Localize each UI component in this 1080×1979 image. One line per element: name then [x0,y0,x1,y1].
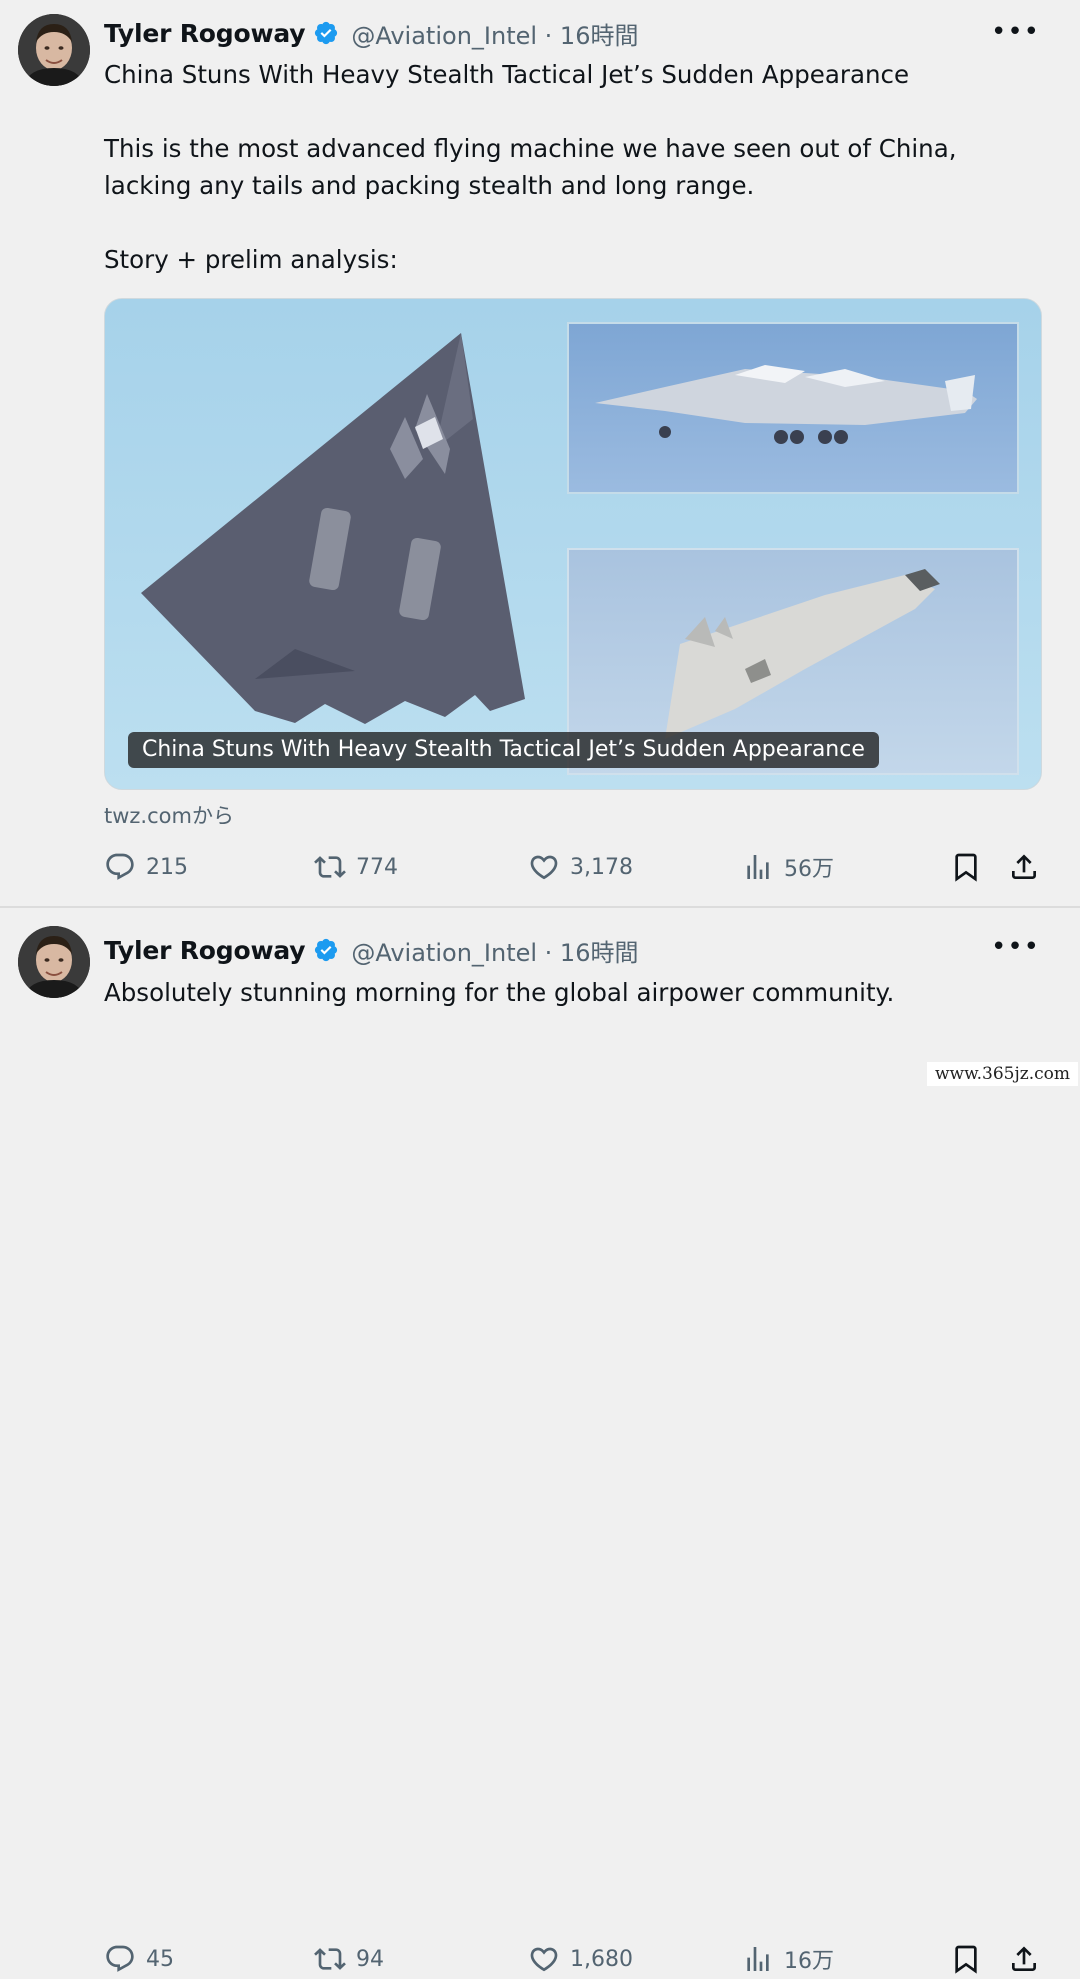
views-button[interactable]: 56万 [742,847,834,887]
author-name[interactable]: Tyler Rogoway [104,936,306,965]
tweet-text-line: Absolutely stunning morning for the glob… [104,978,895,1007]
handle-and-time[interactable]: @Aviation_Intel · 16時間 [351,933,638,968]
tweet-actions: 45 94 1,680 16万 [0,1939,1080,1979]
tweet-header: Tyler Rogoway @Aviation_Intel · 16時間 [104,13,638,53]
reply-count: 45 [146,1946,174,1972]
repost-icon [314,856,346,878]
repost-count: 774 [356,854,398,880]
verified-badge-icon [313,937,339,963]
like-icon [530,855,558,880]
author-name[interactable]: Tyler Rogoway [104,19,306,48]
tweet-header: Tyler Rogoway @Aviation_Intel · 16時間 [104,930,638,970]
share-icon [1012,1946,1036,1971]
watermark: www.365jz.com [927,1062,1078,1086]
bookmark-icon [955,853,977,882]
card-image [105,299,1041,789]
tweet[interactable]: Tyler Rogoway @Aviation_Intel · 16時間 •••… [0,0,1080,906]
share-icon [1012,854,1036,879]
divider [0,906,1080,908]
link-card[interactable]: China Stuns With Heavy Stealth Tactical … [104,298,1042,790]
bookmark-button[interactable] [950,1939,982,1979]
avatar[interactable] [18,14,90,86]
bookmark-button[interactable] [950,847,982,887]
views-icon [747,1947,769,1971]
handle-and-time[interactable]: @Aviation_Intel · 16時間 [351,16,638,51]
like-button[interactable]: 3,178 [528,847,633,887]
card-caption: China Stuns With Heavy Stealth Tactical … [128,732,879,768]
like-button[interactable]: 1,680 [528,1939,633,1979]
tweet-text: Absolutely stunning morning for the glob… [104,974,1034,1011]
tweet-actions: 215 774 3,178 56万 [0,847,1080,887]
view-count: 16万 [784,1949,834,1974]
reply-icon [106,1945,134,1972]
tweet-text-line: Story + prelim analysis: [104,245,398,274]
repost-button[interactable]: 774 [314,847,398,887]
tweet-text-line: This is the most advanced flying machine… [104,134,957,200]
like-count: 3,178 [570,854,633,880]
view-count: 56万 [784,857,834,882]
reply-count: 215 [146,854,188,880]
repost-icon [314,1948,346,1970]
avatar[interactable] [18,926,90,998]
more-icon[interactable]: ••• [991,934,1040,960]
repost-count: 94 [356,1946,384,1972]
reply-button[interactable]: 45 [104,1939,174,1979]
tweet-text: China Stuns With Heavy Stealth Tactical … [104,56,1034,278]
like-icon [530,1947,558,1972]
views-button[interactable]: 16万 [742,1939,834,1979]
verified-badge-icon [313,20,339,46]
repost-button[interactable]: 94 [314,1939,384,1979]
tweet-text-line: China Stuns With Heavy Stealth Tactical … [104,60,910,89]
more-icon[interactable]: ••• [991,19,1040,45]
share-button[interactable] [1008,1939,1040,1979]
views-icon [747,855,769,879]
bookmark-icon [955,1945,977,1974]
reply-button[interactable]: 215 [104,847,188,887]
share-button[interactable] [1008,847,1040,887]
reply-icon [106,853,134,880]
card-source[interactable]: twz.comから [104,800,234,830]
like-count: 1,680 [570,1946,633,1972]
tweet[interactable]: Tyler Rogoway @Aviation_Intel · 16時間 •••… [0,909,1080,1974]
